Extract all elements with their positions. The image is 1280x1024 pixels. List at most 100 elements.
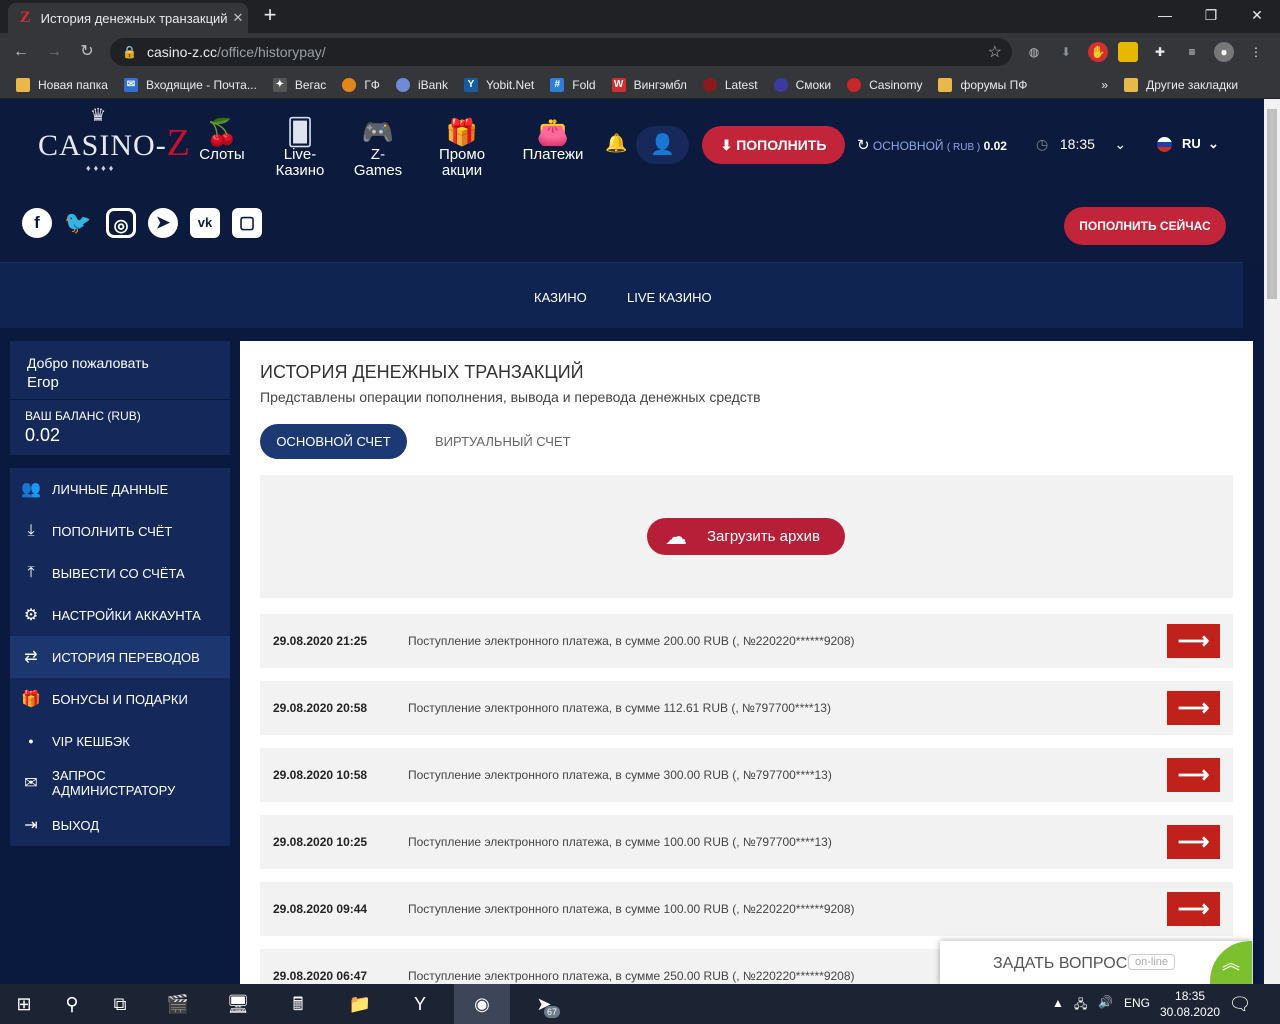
folder-icon [16, 77, 30, 92]
transaction-description: Поступление электронного платежа, в сумм… [408, 969, 855, 983]
bookmark-item[interactable]: форумы ПФ [938, 77, 1027, 92]
download-extension-icon[interactable]: ⬇ [1056, 42, 1076, 62]
deposit-button[interactable]: ⬇ ПОПОЛНИТЬ [702, 126, 845, 164]
bookmark-item[interactable]: Смоки [773, 77, 831, 92]
close-window-icon[interactable]: ✕ [1234, 0, 1280, 30]
deposit-now-button[interactable]: ПОПОЛНИТЬ СЕЙЧАС [1064, 207, 1226, 245]
control-panel-icon[interactable]: 🖥 [214, 984, 262, 1024]
menu-bonuses[interactable]: 🎁 БОНУСЫ И ПОДАРКИ [10, 678, 230, 720]
nav-live-casino[interactable]: 🂠 Live- Казино [270, 117, 330, 179]
transaction-details-arrow-icon[interactable]: ⟶ [1167, 892, 1220, 926]
nav-promo[interactable]: 🎁 Промо акции [434, 117, 490, 179]
instagram-icon[interactable]: ◎ [106, 208, 136, 238]
bookmark-item[interactable]: ✉ Входящие - Почта... [123, 77, 257, 92]
transaction-details-arrow-icon[interactable]: ⟶ [1167, 758, 1220, 792]
restore-window-icon[interactable]: ❐ [1188, 0, 1234, 30]
windows-start-icon[interactable]: ⊞ [0, 984, 48, 1024]
new-tab-button[interactable]: + [258, 4, 282, 28]
bookmark-star-icon[interactable]: ☆ [988, 42, 1002, 62]
game-nav-live-casino[interactable]: LIVE КАЗИНО [627, 290, 712, 305]
calculator-icon[interactable]: 🖩 [274, 984, 322, 1024]
chrome-icon[interactable]: ◉ [454, 984, 510, 1024]
profile-avatar-icon[interactable]: ● [1214, 42, 1234, 62]
site-favicon-icon: Z [20, 9, 31, 26]
menu-logout[interactable]: ⇥ ВЫХОД [10, 804, 230, 846]
adblock-extension-icon[interactable]: ✋ [1088, 42, 1108, 62]
yandex-browser-icon[interactable]: Y [396, 984, 444, 1024]
file-explorer-icon[interactable]: 📁 [336, 984, 384, 1024]
menu-personal-data[interactable]: 👥 ЛИЧНЫЕ ДАННЫЕ [10, 468, 230, 510]
input-language[interactable]: ENG [1124, 996, 1150, 1010]
taskbar-clock[interactable]: 18:35 30.08.2020 [1160, 988, 1220, 1020]
other-bookmarks[interactable]: Другие закладки [1124, 77, 1238, 92]
bookmark-item[interactable]: ГФ [342, 77, 380, 92]
bookmarks-overflow-button[interactable]: » [1101, 78, 1108, 92]
nav-z-games[interactable]: 🎮 Z- Games [350, 117, 406, 179]
folder-icon [938, 77, 953, 92]
menu-withdraw[interactable]: ⤒ ВЫВЕСТИ СО СЧЁТА [10, 552, 230, 594]
refresh-icon: ↻ [857, 137, 870, 154]
header-balance[interactable]: ↻ ОСНОВНОЙ ( RUB ) 0.02 [857, 136, 1007, 154]
address-bar[interactable]: 🔒 casino-z.cc/office/historypay/ ☆ [110, 38, 1012, 66]
bookmark-item[interactable]: Casinomy [847, 77, 922, 92]
telegram-icon[interactable]: ➤ [148, 208, 178, 238]
facebook-icon[interactable]: f [22, 208, 52, 238]
chat-bubble-icon[interactable]: ▢ [232, 208, 262, 238]
page-scrollbar[interactable] [1264, 99, 1280, 984]
bookmark-item[interactable]: W Вингэмбл [611, 77, 687, 92]
user-profile-button[interactable]: 👤 [636, 126, 689, 164]
menu-deposit[interactable]: ⤓ ПОПОЛНИТЬ СЧЁТ [10, 510, 230, 552]
casino-z-logo[interactable]: ♛ CASINO-Z ♦♦♦♦ [38, 105, 191, 173]
search-icon[interactable]: ⚲ [48, 984, 96, 1024]
game-nav-casino[interactable]: КАЗИНО [534, 290, 587, 305]
media-queue-icon[interactable]: ≡ [1182, 42, 1202, 62]
menu-account-settings[interactable]: ⚙ НАСТРОЙКИ АККАУНТА [10, 594, 230, 636]
url-path: /office/historypay/ [216, 44, 326, 60]
bookmark-item[interactable]: iBank [395, 77, 448, 92]
transaction-details-arrow-icon[interactable]: ⟶ [1167, 624, 1220, 658]
bell-icon[interactable]: 🔔 [605, 133, 627, 154]
vk-icon[interactable]: vk [190, 208, 220, 238]
forward-icon[interactable]: → [43, 41, 65, 63]
media-player-icon[interactable]: 🎬 [154, 984, 202, 1024]
notifications-icon[interactable]: 🗨 [1220, 984, 1260, 1024]
clock-icon: ◷ [1036, 136, 1049, 152]
transaction-details-arrow-icon[interactable]: ⟶ [1167, 691, 1220, 725]
browser-tab-bar: Z История денежных транзакций ✕ + — ❐ ✕ [0, 0, 1280, 33]
network-icon[interactable]: 🖧 [1074, 995, 1087, 1016]
browser-tab[interactable]: Z История денежных транзакций ✕ [8, 3, 248, 33]
download-archive-button[interactable]: ☁ Загрузить архив [647, 518, 845, 555]
bookmark-item[interactable]: ✦ Вегас [272, 77, 326, 92]
task-view-icon[interactable]: ⧉ [96, 984, 144, 1024]
nav-slots[interactable]: 🍒 Слоты [197, 117, 247, 163]
menu-vip-cashback[interactable]: ● VIP КЕШБЭК [10, 720, 230, 762]
language-selector[interactable]: RU ⌄ [1157, 136, 1219, 153]
globe-extension-icon[interactable]: ◍ [1024, 42, 1044, 62]
bookmark-item[interactable]: Y Yobit.Net [463, 77, 534, 92]
extensions-puzzle-icon[interactable]: ✚ [1150, 42, 1170, 62]
nav-payments[interactable]: 👛 Платежи [518, 117, 588, 163]
gift-hand-icon: 🎁 [21, 691, 41, 708]
reload-icon[interactable]: ↻ [76, 41, 98, 63]
minimize-window-icon[interactable]: — [1142, 0, 1188, 30]
header-clock[interactable]: ◷ 18:35 ⌄ [1036, 136, 1126, 153]
tab-virtual-account[interactable]: ВИРТУАЛЬНЫЙ СЧЕТ [435, 424, 571, 459]
close-tab-icon[interactable]: ✕ [228, 10, 248, 26]
tab-main-account[interactable]: ОСНОВНОЙ СЧЕТ [260, 424, 407, 459]
bookmark-item[interactable]: Новая папка [16, 77, 108, 92]
chevron-up-icon[interactable]: ︽ [1210, 941, 1252, 986]
telegram-app-icon[interactable]: ➤ 67 [516, 984, 572, 1024]
ask-question-widget[interactable]: ЗАДАТЬ ВОПРОС on-line ︽ [940, 941, 1252, 986]
volume-icon[interactable]: 🔊 [1098, 995, 1113, 1009]
bookmark-item[interactable]: # Fold [550, 77, 596, 92]
menu-admin-request[interactable]: ✉ ЗАПРОС АДМИНИСТРАТОРУ [10, 762, 230, 804]
flag-extension-icon[interactable] [1118, 42, 1138, 62]
tray-chevron-up-icon[interactable]: ▲ [1052, 996, 1064, 1010]
twitter-icon[interactable]: 🐦 [63, 208, 93, 238]
transaction-details-arrow-icon[interactable]: ⟶ [1167, 825, 1220, 859]
bookmark-item[interactable]: Latest [702, 77, 758, 92]
menu-transfer-history[interactable]: ⇄ ИСТОРИЯ ПЕРЕВОДОВ [10, 636, 230, 678]
browser-menu-icon[interactable]: ⋮ [1246, 42, 1266, 62]
back-icon[interactable]: ← [10, 41, 32, 63]
scrollbar-thumb[interactable] [1267, 109, 1277, 299]
